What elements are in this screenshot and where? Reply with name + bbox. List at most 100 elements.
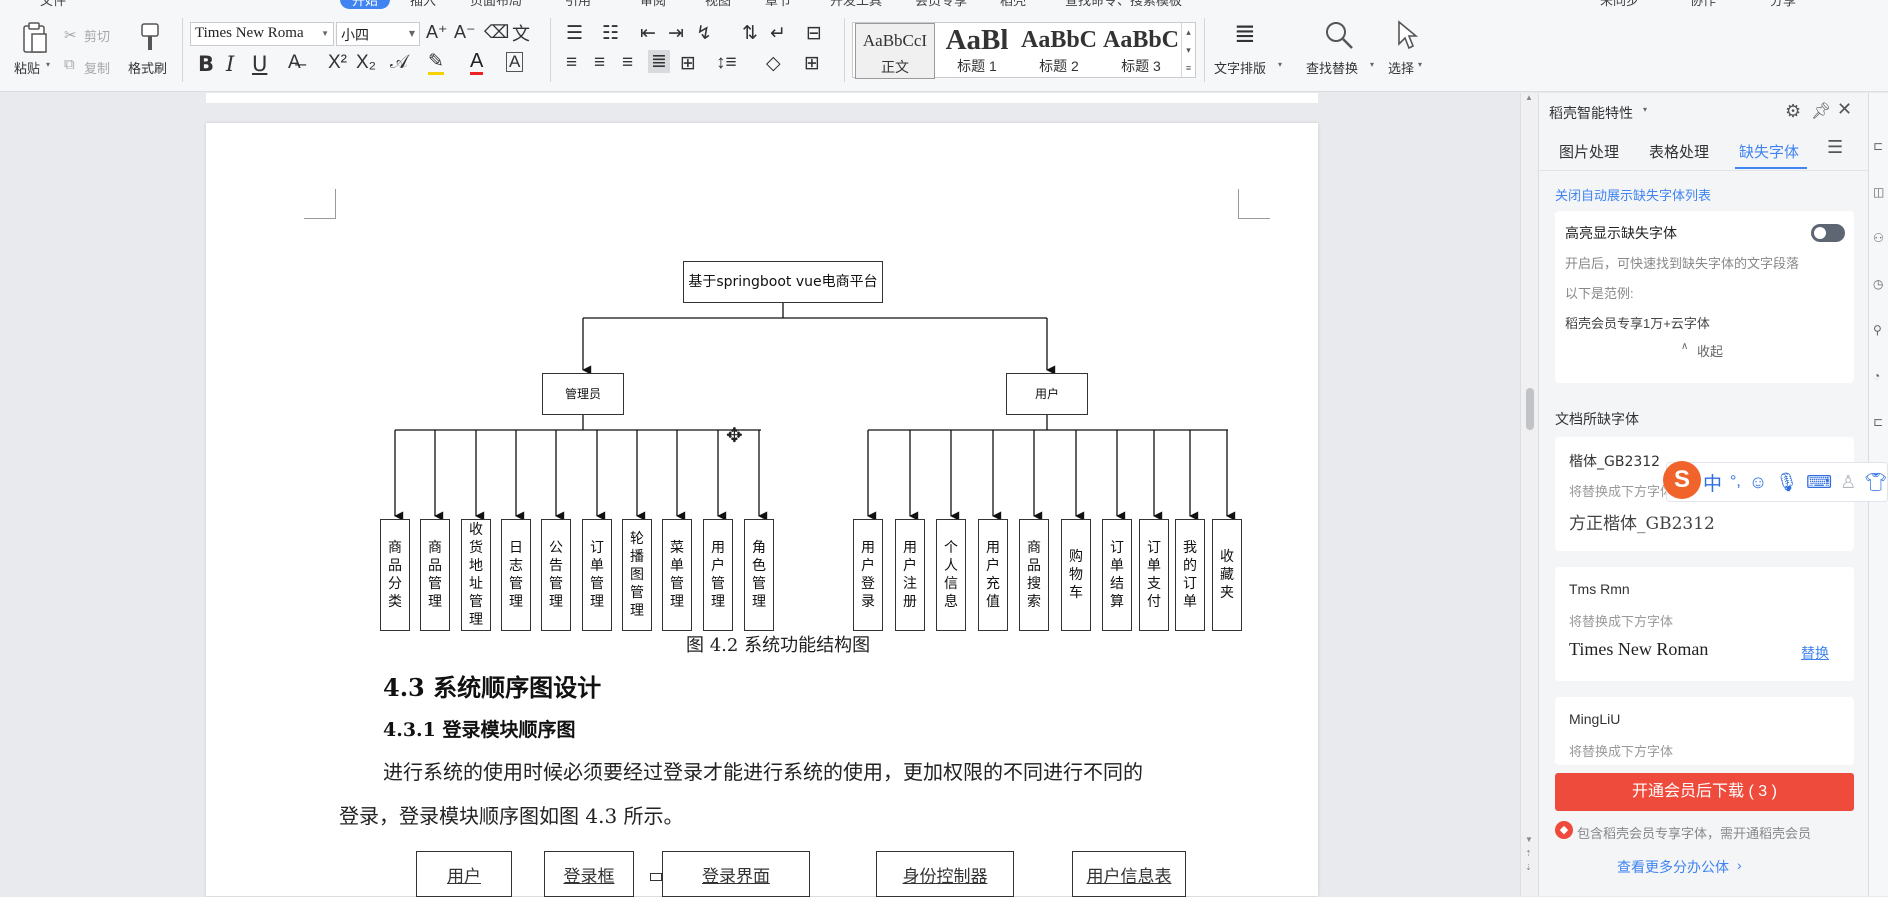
paste-button[interactable]: 粘贴 <box>14 58 40 77</box>
command-search[interactable]: 查找命令、搜索模板 <box>1065 0 1182 9</box>
page-nav-icons[interactable]: ▼ ⇡ ⇣ <box>1525 833 1533 875</box>
justify-icon[interactable]: ≣ <box>648 50 670 73</box>
align-right-icon[interactable]: ≡ <box>622 52 633 74</box>
numbered-list-icon[interactable]: ☷ <box>602 22 619 45</box>
grow-font-icon[interactable]: A⁺ <box>426 22 448 43</box>
char-border-icon[interactable]: A <box>506 52 524 72</box>
line-spacing-icon[interactable]: ↕≡ <box>716 52 737 74</box>
chinese-layout-icon[interactable]: ↯ <box>696 22 712 45</box>
cut-icon[interactable]: ✂ <box>64 26 77 44</box>
vertical-scrollbar[interactable]: ▲ ▼ ⇡ ⇣ <box>1520 93 1538 896</box>
paste-dropdown-arrow[interactable]: ▾ <box>46 60 50 69</box>
share-button[interactable]: 分享 <box>1770 0 1796 9</box>
panel-tab-missing-fonts[interactable]: 缺失字体 <box>1739 141 1799 162</box>
close-icon[interactable]: ✕ <box>1837 99 1852 120</box>
panel-tab-table[interactable]: 表格处理 <box>1649 141 1709 162</box>
shrink-font-icon[interactable]: A⁻ <box>454 22 476 43</box>
menu-icon[interactable]: ☰ <box>1827 137 1843 158</box>
borders-icon[interactable]: ⊞ <box>804 52 820 75</box>
tab-section[interactable]: 章节 <box>765 0 791 9</box>
tab-view[interactable]: 视图 <box>705 0 731 9</box>
chevron-up-icon: ∧ <box>1681 341 1689 352</box>
subscript-icon[interactable]: X₂ <box>356 52 376 74</box>
italic-button[interactable]: I <box>226 52 234 76</box>
missing-font-name: MingLiU <box>1569 711 1621 727</box>
scroll-up-icon[interactable]: ▲ <box>1525 93 1533 102</box>
text-effect-icon[interactable]: 𝒜 <box>390 52 408 74</box>
cursor-select-icon[interactable] <box>1392 18 1422 52</box>
search-icon[interactable] <box>1322 18 1356 52</box>
copy-icon[interactable]: ⧉ <box>64 56 75 73</box>
tab-developer[interactable]: 开发工具 <box>830 0 882 9</box>
settings-icon[interactable]: ⚙ <box>1785 101 1801 122</box>
format-painter-button[interactable]: 格式刷 <box>128 58 167 77</box>
font-name-combo[interactable]: Times New Roma ▼ <box>190 22 334 46</box>
tab-review[interactable]: 审阅 <box>640 0 666 9</box>
more-fonts-link[interactable]: 查看更多分办公体 <box>1617 857 1729 877</box>
emoji-icon[interactable]: ☺ <box>1749 472 1767 493</box>
shading-icon[interactable]: ◇ <box>766 52 781 75</box>
pin-icon[interactable]: 📌︎ <box>1811 101 1831 121</box>
document-workspace[interactable]: 基于springboot vue电商平台 管理员 用户 ✥ 图 4.2 系统功能… <box>0 93 1520 897</box>
tab-home[interactable]: 开始 <box>340 0 391 9</box>
tab-references[interactable]: 引用 <box>565 0 591 9</box>
underline-button[interactable]: U <box>252 52 267 76</box>
ime-punctuation[interactable]: °, <box>1730 473 1741 491</box>
style-normal[interactable]: AaBbCcI 正文 <box>855 23 935 79</box>
cut-button[interactable]: 剪切 <box>84 26 110 45</box>
font-size-combo[interactable]: 小四 ▼ <box>336 22 420 46</box>
user-icon[interactable]: ♙ <box>1840 472 1856 493</box>
font-color-icon[interactable]: A <box>470 50 484 75</box>
style-heading-2[interactable]: AaBbC 标题 2 <box>1019 23 1099 79</box>
highlight-toggle[interactable] <box>1811 224 1845 242</box>
tab-file[interactable]: 文件 <box>40 0 66 9</box>
sequence-login-frame-box: 登录框 <box>544 851 634 897</box>
diagram-module-node: 用户登录 <box>853 519 883 631</box>
tab-docer[interactable]: 稻壳 <box>1000 0 1026 9</box>
tab-member[interactable]: 会员专享 <box>915 0 967 9</box>
decrease-indent-icon[interactable]: ⇤ <box>640 22 656 45</box>
replace-font-link[interactable]: 替换 <box>1801 643 1829 663</box>
tab-stop-icon[interactable]: ⊟ <box>806 22 822 45</box>
strikethrough-icon[interactable]: A̶ <box>288 52 301 74</box>
show-marks-icon[interactable]: ↵ <box>770 22 786 45</box>
superscript-icon[interactable]: X² <box>328 52 347 74</box>
side-toolbar-icons[interactable]: ⊏ ◫ ⚇ ◷ ⚲ ◔ ⊏ <box>1873 123 1884 445</box>
panel-title[interactable]: 稻壳智能特性 <box>1549 103 1633 123</box>
bullet-list-icon[interactable]: ☰ <box>566 22 583 45</box>
tab-page-layout[interactable]: 页面布局 <box>470 0 522 9</box>
style-heading-1[interactable]: AaBl 标题 1 <box>937 23 1017 79</box>
microphone-icon[interactable]: 🎙︎ <box>1775 472 1798 493</box>
paste-icon[interactable] <box>18 20 50 56</box>
distributed-align-icon[interactable]: ⊞ <box>680 52 696 75</box>
find-replace-button[interactable]: 查找替换 <box>1306 58 1358 77</box>
skin-icon[interactable]: 👕︎ <box>1864 472 1887 493</box>
phonetic-guide-icon[interactable]: 文 <box>512 20 530 46</box>
ime-toolbar[interactable]: S 中 °, ☺ 🎙︎ ⌨ ♙ 👕︎ <box>1663 461 1888 502</box>
format-painter-icon[interactable] <box>136 20 164 54</box>
style-heading-3[interactable]: AaBbC 标题 3 <box>1101 23 1181 79</box>
increase-indent-icon[interactable]: ⇥ <box>668 22 684 45</box>
collapse-button[interactable]: 收起 <box>1697 341 1723 360</box>
text-layout-icon[interactable]: ≣ <box>1234 18 1256 49</box>
collab-button[interactable]: 协作 <box>1690 0 1716 9</box>
text-layout-button[interactable]: 文字排版 <box>1214 58 1266 77</box>
tab-insert[interactable]: 插入 <box>410 0 436 9</box>
styles-scroll[interactable]: ▴ ▾ ≡ <box>1181 23 1195 77</box>
sort-icon[interactable]: ⇅ <box>742 22 758 45</box>
align-left-icon[interactable]: ≡ <box>566 52 577 74</box>
panel-tab-image[interactable]: 图片处理 <box>1559 141 1619 162</box>
keyboard-icon[interactable]: ⌨ <box>1806 472 1832 493</box>
sync-status[interactable]: 未同步 <box>1600 0 1639 9</box>
copy-button[interactable]: 复制 <box>84 58 110 77</box>
scroll-thumb[interactable] <box>1526 388 1534 430</box>
select-button[interactable]: 选择 <box>1388 58 1414 77</box>
ime-mode[interactable]: 中 <box>1703 469 1722 496</box>
align-center-icon[interactable]: ≡ <box>594 52 605 74</box>
document-page[interactable]: 基于springboot vue电商平台 管理员 用户 ✥ 图 4.2 系统功能… <box>206 123 1318 897</box>
close-auto-show-link[interactable]: 关闭自动展示缺失字体列表 <box>1555 185 1711 204</box>
bold-button[interactable]: B <box>198 52 214 76</box>
clear-format-icon[interactable]: ⌫ <box>484 22 509 43</box>
download-button[interactable]: 开通会员后下载 ( 3 ) <box>1555 773 1854 811</box>
highlight-color-icon[interactable]: ✎ <box>428 52 444 75</box>
